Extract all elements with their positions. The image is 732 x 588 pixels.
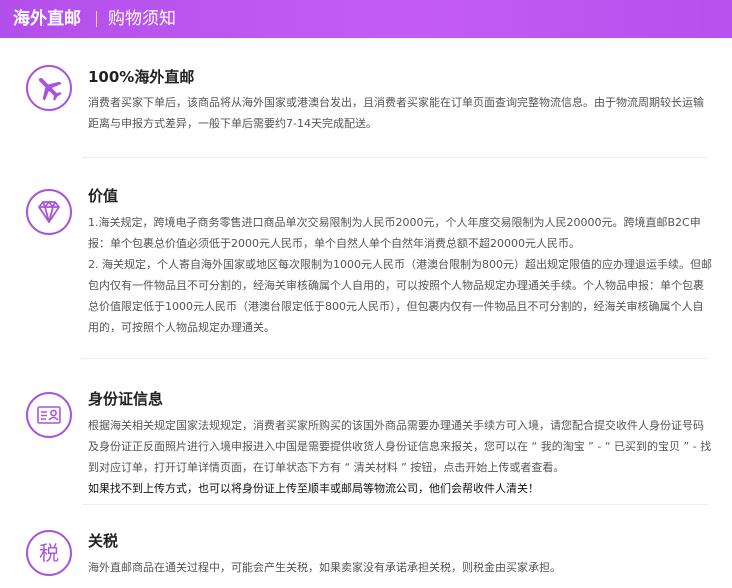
header-divider xyxy=(96,11,97,27)
section-body: 1.海关规定，跨境电子商务零售进口商品单次交易限制为人民币2000元，个人年度交… xyxy=(88,212,713,338)
section-paragraph: 消费者买家下单后，该商品将从海外国家或港澳台发出，且消费者买家能在订单页面查询完… xyxy=(88,96,704,130)
diamond-icon xyxy=(26,189,72,235)
header-subtitle: 购物须知 xyxy=(108,9,176,29)
tax-icon-glyph: 税 xyxy=(39,541,59,565)
section-paragraph-note: 如果找不到上传方式，也可以将身份证上传至顺丰或邮局等物流公司，他们会帮收件人清关… xyxy=(88,482,539,495)
section-title: 价值 xyxy=(88,187,119,205)
section-body: 根据海关相关规定国家法规规定，消费者买家所购买的该国外商品需要办理通关手续方可入… xyxy=(88,415,713,499)
section-paragraph: 海外直邮商品在通关过程中，可能会产生关税，如果卖家没有承诺承担关税，则税金由买家… xyxy=(88,561,561,574)
section-body: 消费者买家下单后，该商品将从海外国家或港澳台发出，且消费者买家能在订单页面查询完… xyxy=(88,92,713,134)
divider xyxy=(82,358,708,359)
section-paragraph: 根据海关相关规定国家法规规定，消费者买家所购买的该国外商品需要办理通关手续方可入… xyxy=(88,419,712,474)
section-title: 100%海外直邮 xyxy=(88,68,195,86)
header-title: 海外直邮 xyxy=(13,9,81,29)
section-title: 关税 xyxy=(88,532,119,550)
section-paragraph: 2. 海关规定，个人寄自海外国家或地区每次限制为1000元人民币（港澳台限制为8… xyxy=(88,258,712,334)
airplane-icon xyxy=(26,65,72,111)
tax-icon: 税 xyxy=(26,530,72,576)
section-title: 身份证信息 xyxy=(88,390,164,408)
header-bar: 海外直邮 购物须知 xyxy=(0,0,732,38)
section-body: 海外直邮商品在通关过程中，可能会产生关税，如果卖家没有承诺承担关税，则税金由买家… xyxy=(88,557,713,578)
id-card-icon xyxy=(26,392,72,438)
divider xyxy=(82,504,708,505)
divider xyxy=(82,157,708,158)
section-paragraph: 1.海关规定，跨境电子商务零售进口商品单次交易限制为人民币2000元，个人年度交… xyxy=(88,216,701,250)
